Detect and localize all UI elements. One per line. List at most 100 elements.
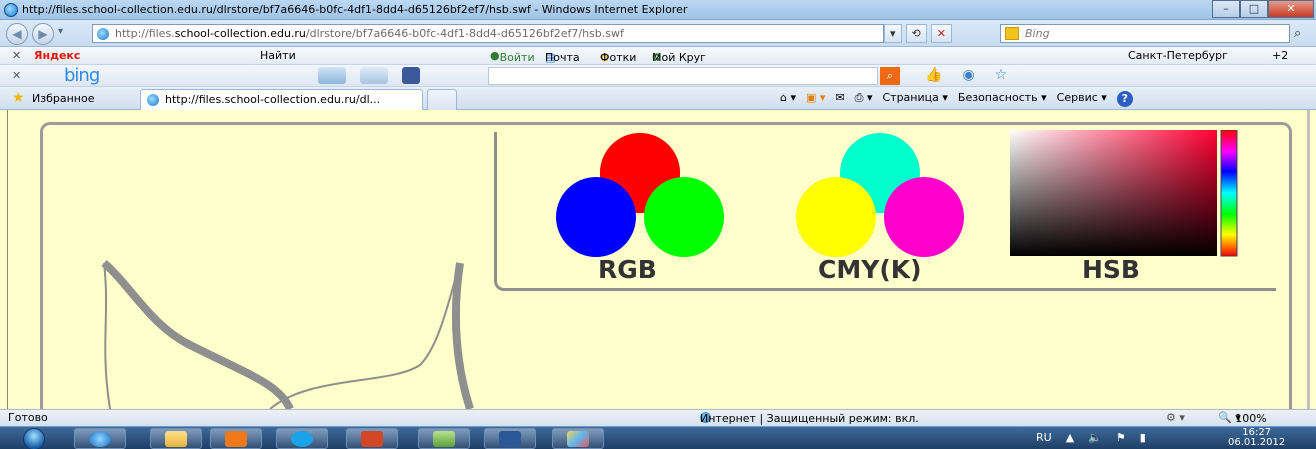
- yandex-logo[interactable]: Яндекс: [34, 49, 80, 62]
- taskbar-paint[interactable]: [552, 428, 604, 449]
- bing-search-input[interactable]: [488, 67, 878, 85]
- start-button[interactable]: [8, 427, 66, 449]
- taskbar-skype[interactable]: [276, 428, 328, 449]
- language-indicator[interactable]: RU: [1036, 431, 1052, 444]
- decorative-curve: [101, 259, 474, 409]
- minimize-button[interactable]: –: [1212, 0, 1240, 18]
- tab-page-icon: [147, 94, 159, 106]
- maximize-button[interactable]: □: [1240, 0, 1268, 18]
- bing-logo[interactable]: bing: [64, 65, 100, 86]
- cmyk-label: CMY(K): [818, 255, 922, 284]
- command-bar: ⌂ ▾ ▣ ▾ ✉ ⎙ ▾ Страница ▾ Безопасность ▾ …: [780, 91, 1133, 107]
- system-clock[interactable]: 16:27 06.01.2012: [1228, 428, 1285, 448]
- hue-slider: [1220, 130, 1238, 257]
- video-icon[interactable]: ◉: [962, 67, 974, 83]
- home-icon[interactable]: ⌂ ▾: [780, 91, 796, 107]
- zoom-control[interactable]: 🔍 100% ▾: [1218, 411, 1267, 425]
- search-input[interactable]: Bing: [1000, 24, 1290, 43]
- rgb-label: RGB: [598, 255, 657, 284]
- window-title: http://files.school-collection.edu.ru/dl…: [22, 3, 688, 16]
- volume-icon[interactable]: 🔈: [1088, 431, 1102, 444]
- facebook-icon[interactable]: [402, 67, 420, 84]
- compatibility-button[interactable]: ▾: [884, 24, 902, 43]
- window-titlebar[interactable]: http://files.school-collection.edu.ru/dl…: [0, 0, 1316, 20]
- bing-quick-links: [318, 67, 420, 84]
- ie-taskbar-icon: [89, 431, 111, 447]
- windows-logo-icon: [23, 428, 45, 449]
- content-scrollbar[interactable]: [1307, 110, 1310, 409]
- tab-title: http://files.school-collection.edu.ru/dl…: [165, 93, 381, 106]
- network-icon[interactable]: ▮: [1140, 431, 1146, 444]
- bing-provider-icon: [1005, 27, 1019, 40]
- mail-icon[interactable]: [318, 67, 346, 84]
- ie-icon: [4, 3, 18, 17]
- cmyk-diagram[interactable]: [770, 133, 990, 258]
- media-player-icon: [225, 431, 247, 447]
- weather-temperature: +2: [1272, 49, 1289, 62]
- yandex-toolbar: ✕ Яндекс Найти ● Войти ▤ Почта ✿ Фотки ✿…: [0, 47, 1316, 65]
- forward-button[interactable]: ▶: [32, 23, 54, 45]
- show-hidden-icons[interactable]: ▲: [1066, 431, 1074, 444]
- taskbar-explorer[interactable]: [150, 428, 202, 449]
- system-tray: RU ▲ 🔈 ⚑ ▮: [1036, 431, 1146, 444]
- app-icon: [433, 431, 455, 447]
- messenger-icon[interactable]: [360, 67, 388, 84]
- address-bar: ◀ ▶ ▾ http://files.school-collection.edu…: [0, 20, 1316, 47]
- action-center-icon[interactable]: ⚑: [1116, 431, 1126, 444]
- paint-icon: [567, 431, 589, 447]
- safety-menu[interactable]: Безопасность ▾: [958, 91, 1047, 107]
- bing-toolbar-close[interactable]: ✕: [12, 69, 21, 82]
- status-text: Готово: [8, 411, 48, 424]
- browser-tab[interactable]: http://files.school-collection.edu.ru/dl…: [140, 89, 423, 110]
- new-tab-button[interactable]: [427, 89, 457, 110]
- folder-icon: [165, 431, 187, 447]
- powerpoint-icon: [361, 431, 383, 447]
- windows-taskbar: RU ▲ 🔈 ⚑ ▮ 16:27 06.01.2012: [0, 426, 1316, 449]
- news-icon[interactable]: ☆: [995, 67, 1008, 83]
- find-button[interactable]: Найти: [260, 49, 296, 62]
- weather-city[interactable]: Санкт-Петербург: [1128, 49, 1228, 62]
- url-field[interactable]: http://files.school-collection.edu.ru/dl…: [92, 24, 884, 43]
- content-left-edge: [7, 110, 8, 409]
- search-placeholder: Bing: [1025, 27, 1050, 40]
- brightness-overlay: [1010, 130, 1217, 256]
- taskbar-media-player[interactable]: [210, 428, 262, 449]
- bing-toolbar: ✕ bing ⌕ 👍 ◉ ☆: [0, 65, 1316, 87]
- flash-content-area[interactable]: RGB CMY(K) HSB: [0, 110, 1316, 409]
- address-tools: ▾ ⟲ ✕: [884, 24, 952, 43]
- protected-mode-icon[interactable]: ⚙ ▾: [1166, 411, 1185, 424]
- like-icon[interactable]: 👍: [925, 67, 942, 83]
- clock-date: 06.01.2012: [1228, 437, 1286, 448]
- feeds-icon[interactable]: ▣ ▾: [806, 91, 825, 107]
- tools-menu[interactable]: Сервис ▾: [1057, 91, 1107, 107]
- url-text: http://files.school-collection.edu.ru/dl…: [115, 27, 624, 40]
- rgb-diagram[interactable]: [530, 133, 750, 258]
- print-icon[interactable]: ⎙ ▾: [855, 91, 873, 107]
- mail-read-icon[interactable]: ✉: [835, 91, 844, 107]
- back-button[interactable]: ◀: [6, 23, 28, 45]
- skype-icon: [291, 431, 313, 447]
- page-icon: [97, 28, 109, 40]
- favorites-button[interactable]: Избранное: [32, 92, 94, 105]
- login-link[interactable]: ● Войти: [490, 49, 535, 64]
- taskbar-powerpoint[interactable]: [346, 428, 398, 449]
- status-bar: Готово Интернет | Защищенный режим: вкл.…: [0, 409, 1316, 426]
- taskbar-internet-explorer[interactable]: [74, 428, 126, 449]
- taskbar-word[interactable]: [484, 428, 536, 449]
- favorites-bar: ★ Избранное http://files.school-collecti…: [0, 87, 1316, 110]
- stop-button[interactable]: ✕: [930, 24, 952, 43]
- help-icon[interactable]: ?: [1116, 91, 1133, 107]
- word-icon: [499, 431, 521, 447]
- hsb-color-picker[interactable]: [1010, 130, 1242, 258]
- close-button[interactable]: ✕: [1268, 0, 1314, 18]
- page-menu[interactable]: Страница ▾: [882, 91, 947, 107]
- recent-pages-dropdown[interactable]: ▾: [58, 26, 63, 37]
- taskbar-app[interactable]: [418, 428, 470, 449]
- refresh-button[interactable]: ⟲: [905, 24, 927, 43]
- hsb-label: HSB: [1082, 255, 1140, 284]
- bing-search-button[interactable]: ⌕: [880, 67, 900, 85]
- search-icon[interactable]: ⌕: [1294, 26, 1301, 41]
- window-controls: – □ ✕: [1212, 0, 1314, 19]
- favorites-star-icon[interactable]: ★: [12, 90, 25, 106]
- toolbar-close-button[interactable]: ✕: [12, 49, 21, 62]
